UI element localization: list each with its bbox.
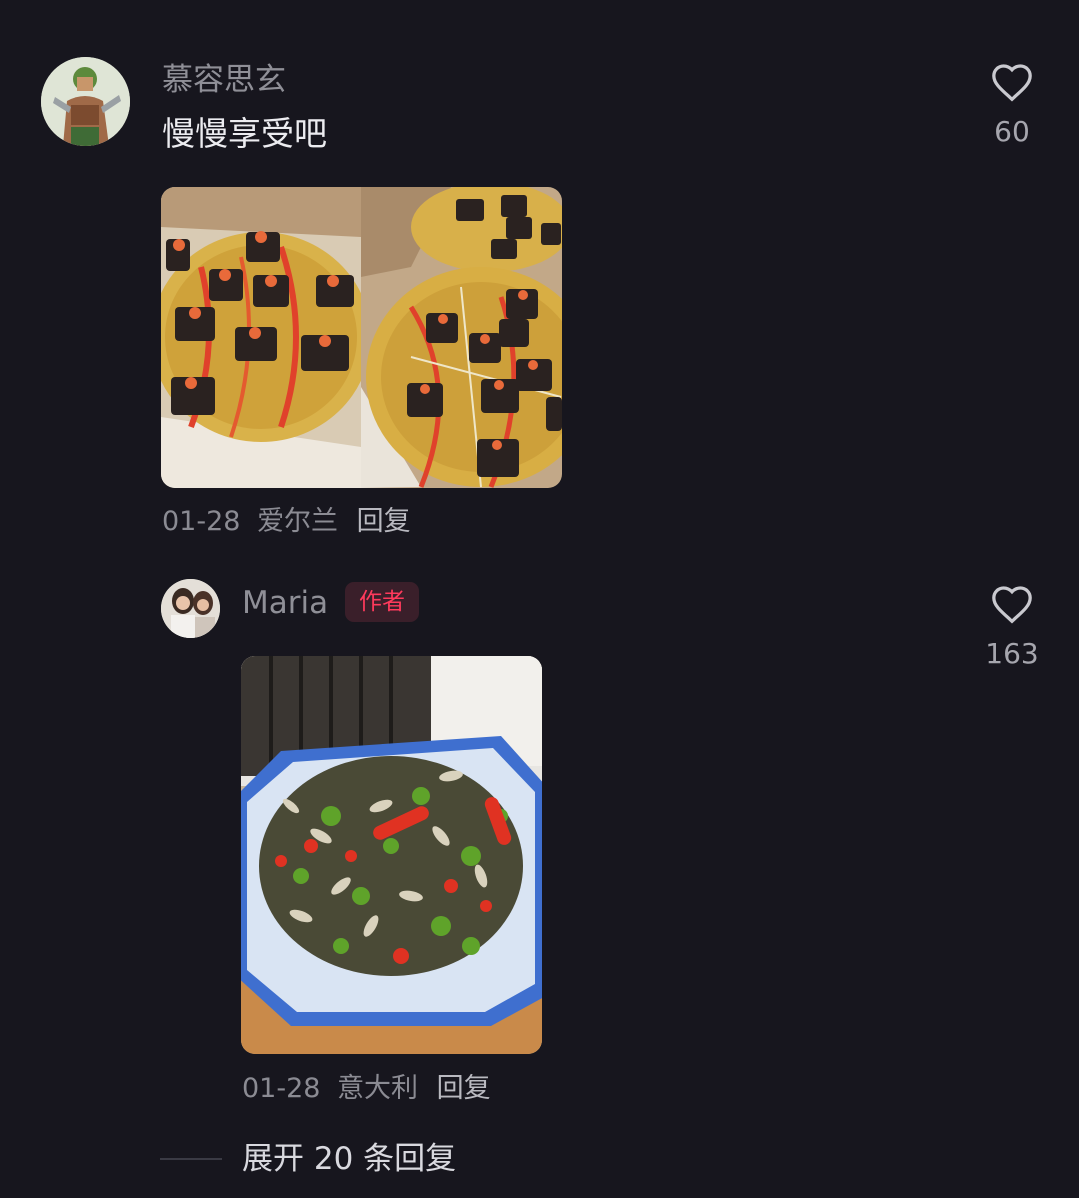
dish-photo [241, 656, 542, 1054]
heart-icon [992, 586, 1032, 624]
reply-button[interactable]: 回复 [437, 1073, 491, 1104]
reply-button[interactable]: 回复 [357, 506, 411, 537]
like-count: 163 [985, 637, 1039, 670]
comment-meta: 01-28 意大利 回复 [242, 1071, 491, 1107]
username[interactable]: Maria [242, 583, 328, 623]
like-count: 60 [994, 115, 1030, 148]
comment-location: 爱尔兰 [257, 506, 339, 537]
author-badge: 作者 [345, 582, 419, 622]
comment-date: 01-28 [242, 1073, 321, 1104]
comment-image[interactable] [241, 656, 542, 1054]
comment-location: 意大利 [337, 1073, 419, 1104]
heart-icon [992, 64, 1032, 102]
like-button[interactable]: 60 [972, 62, 1052, 150]
divider [160, 1158, 222, 1160]
avatar-image [161, 579, 220, 638]
avatar[interactable] [41, 57, 130, 146]
like-button[interactable]: 163 [972, 584, 1052, 672]
avatar-image [41, 57, 130, 146]
username[interactable]: 慕容思玄 [162, 60, 286, 100]
pizza-photo [161, 187, 562, 488]
comment-date: 01-28 [162, 506, 241, 537]
comment-section: 慕容思玄 慢慢享受吧 60 01-28 爱尔兰 回复 Maria 作者 163 … [0, 0, 1079, 1198]
expand-replies-button[interactable]: 展开 20 条回复 [242, 1138, 456, 1180]
comment-text: 慢慢享受吧 [162, 114, 327, 153]
comment-meta: 01-28 爱尔兰 回复 [162, 504, 411, 540]
comment-image[interactable] [161, 187, 562, 488]
avatar[interactable] [161, 579, 220, 638]
